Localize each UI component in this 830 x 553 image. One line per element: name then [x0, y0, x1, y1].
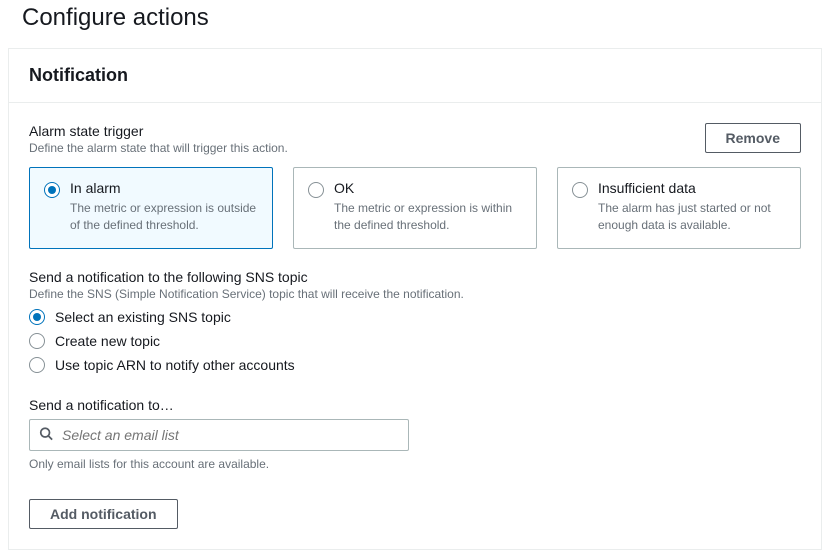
tile-description: The metric or expression is outside of t…: [70, 200, 258, 234]
radio-icon: [572, 182, 588, 198]
sns-option-existing[interactable]: Select an existing SNS topic: [29, 309, 801, 325]
tile-label: OK: [334, 180, 522, 196]
send-to-section: Send a notification to… Only email lists…: [29, 397, 801, 471]
search-icon: [39, 426, 53, 443]
alarm-trigger-section: Alarm state trigger Define the alarm sta…: [29, 123, 801, 249]
radio-icon: [29, 309, 45, 325]
send-to-hint: Only email lists for this account are av…: [29, 457, 801, 471]
sns-description: Define the SNS (Simple Notification Serv…: [29, 287, 801, 301]
trigger-title: Alarm state trigger: [29, 123, 288, 139]
tile-label: In alarm: [70, 180, 258, 196]
radio-icon: [44, 182, 60, 198]
add-notification-button[interactable]: Add notification: [29, 499, 178, 529]
tile-description: The metric or expression is within the d…: [334, 200, 522, 234]
email-input-wrap: [29, 419, 409, 451]
sns-radio-list: Select an existing SNS topic Create new …: [29, 309, 801, 373]
tile-content: OK The metric or expression is within th…: [334, 180, 522, 234]
trigger-tile-ok[interactable]: OK The metric or expression is within th…: [293, 167, 537, 249]
page-title: Configure actions: [0, 0, 830, 48]
tile-content: In alarm The metric or expression is out…: [70, 180, 258, 234]
trigger-tiles: In alarm The metric or expression is out…: [29, 167, 801, 249]
notification-panel: Notification Alarm state trigger Define …: [8, 48, 822, 550]
trigger-description: Define the alarm state that will trigger…: [29, 141, 288, 155]
email-list-input[interactable]: [29, 419, 409, 451]
panel-header: Notification: [9, 49, 821, 103]
radio-icon: [29, 333, 45, 349]
radio-label: Create new topic: [55, 333, 160, 349]
tile-description: The alarm has just started or not enough…: [598, 200, 786, 234]
radio-label: Select an existing SNS topic: [55, 309, 231, 325]
sns-option-create[interactable]: Create new topic: [29, 333, 801, 349]
radio-icon: [308, 182, 324, 198]
panel-body: Alarm state trigger Define the alarm sta…: [9, 103, 821, 549]
send-to-label: Send a notification to…: [29, 397, 801, 413]
trigger-header-row: Alarm state trigger Define the alarm sta…: [29, 123, 801, 155]
radio-label: Use topic ARN to notify other accounts: [55, 357, 295, 373]
trigger-tile-in-alarm[interactable]: In alarm The metric or expression is out…: [29, 167, 273, 249]
sns-option-arn[interactable]: Use topic ARN to notify other accounts: [29, 357, 801, 373]
trigger-tile-insufficient-data[interactable]: Insufficient data The alarm has just sta…: [557, 167, 801, 249]
tile-label: Insufficient data: [598, 180, 786, 196]
remove-button[interactable]: Remove: [705, 123, 801, 153]
sns-title: Send a notification to the following SNS…: [29, 269, 801, 285]
radio-icon: [29, 357, 45, 373]
tile-content: Insufficient data The alarm has just sta…: [598, 180, 786, 234]
sns-section: Send a notification to the following SNS…: [29, 269, 801, 373]
